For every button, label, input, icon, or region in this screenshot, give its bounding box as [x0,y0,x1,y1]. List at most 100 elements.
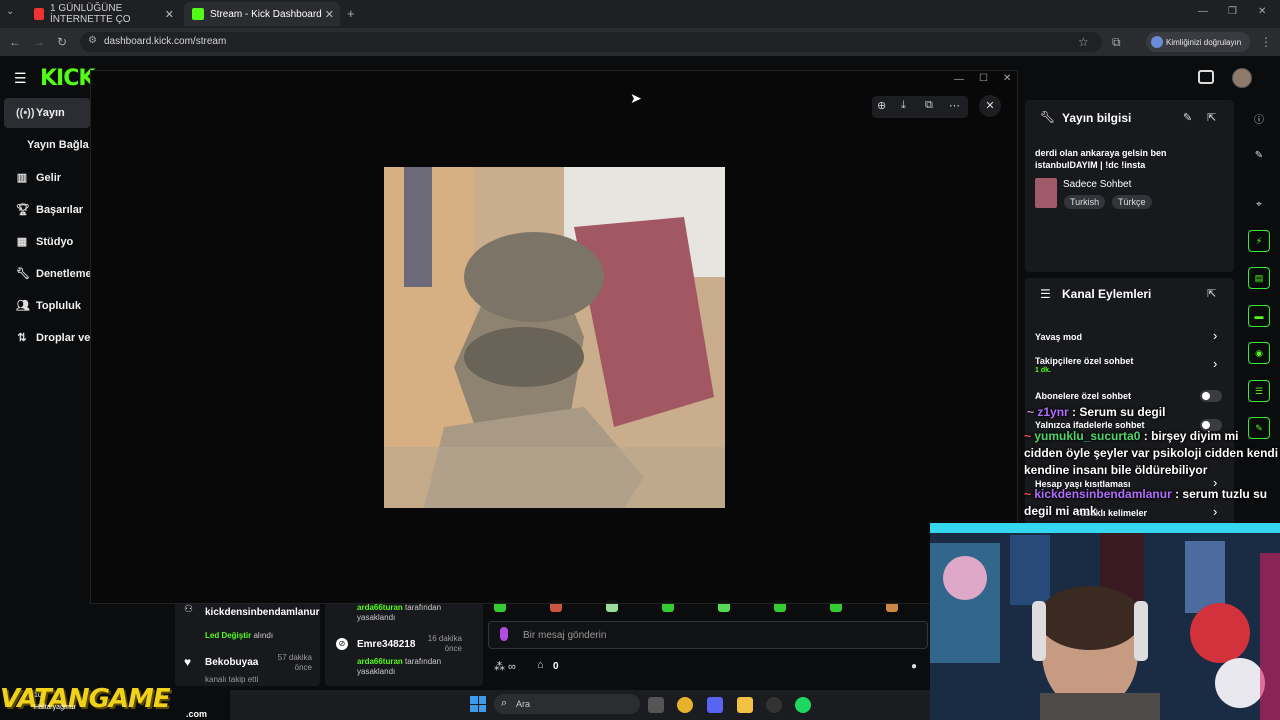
close-window-icon[interactable]: ✕ [1258,6,1266,17]
browser-tab-active[interactable]: Stream - Kick Dashboard ✕ [184,2,340,26]
moderator-name[interactable]: arda66turan [357,657,403,666]
layout-icon[interactable]: ☰ [1248,380,1270,402]
popout-icon[interactable]: ⇱ [1207,111,1216,124]
activity-action: kanalı takip etti [205,675,259,684]
task-view-icon[interactable] [648,697,664,713]
open-external-icon[interactable]: ⧉ [925,99,933,112]
extensions-icon[interactable]: ⧉ [1112,35,1121,50]
banned-user[interactable]: Emre348218 [357,639,415,650]
overlay-corner-text: Hafta yağmur [34,704,77,711]
profile-button[interactable]: Kimliğinizi doğrulayın [1146,32,1250,52]
sidebar-item-label: Droplar ve [36,331,91,344]
chat-message: ~ yumuklu_sucurta0 : birşey diyim mi cid… [1024,429,1279,477]
kick-logo[interactable]: KICK [40,66,95,91]
store-icon[interactable]: ⌂ [537,659,544,671]
profile-label: Kimliğinizi doğrulayın [1166,37,1242,47]
webcam-feed [930,523,1280,720]
chat-bubble-icon[interactable]: ● [911,661,917,672]
sidebar-item-drops[interactable]: ⇅ Droplar ve [16,331,91,345]
info-icon[interactable]: ⓘ [1248,107,1270,129]
sidebar-item-achievements[interactable]: 🏆︎ Başarılar [16,203,84,217]
new-tab-icon[interactable]: + [347,6,355,21]
spotify-icon[interactable] [795,697,811,713]
stream-tag: Türkçe [1112,195,1152,209]
sidebar-item-label: Yayın Bağla [27,139,89,151]
browser-tab[interactable]: 1 GÜNLÜĞÜNE İNTERNETTE ÇO ✕ [26,2,180,26]
windows-start-icon[interactable] [470,696,486,712]
sidebar-item-label: Gelir [36,171,62,184]
category-name: Sadece Sohbet [1063,179,1132,190]
popup-maximize-icon[interactable]: ☐ [979,73,988,84]
users-icon: 👥︎ [16,300,30,312]
tab-search-icon[interactable]: ⌄ [6,6,14,17]
activity-user[interactable]: kickdensinbendamlanur [205,607,319,618]
subscribers-only-toggle[interactable] [1200,390,1222,402]
ban-icon: ⊘ [336,638,348,650]
sidebar-item-label: Topluluk [36,299,82,312]
minimize-window-icon[interactable]: — [1198,6,1208,17]
points-count: 0 [553,661,559,672]
close-viewer-icon[interactable]: ✕ [979,95,1001,117]
chart-icon: ▥ [16,172,28,184]
back-icon[interactable]: ← [9,35,21,49]
file-explorer-icon[interactable] [737,697,753,713]
chat-icon[interactable]: ▬ [1248,305,1270,327]
viewer-photo [384,167,725,508]
more-options-icon[interactable]: ⋯ [949,99,960,112]
moderation-entry: arda66turan tarafından yasaklandı [357,603,477,623]
channel-actions-title: Kanal Eylemleri [1062,287,1152,301]
url-text: dashboard.kick.com/stream [104,36,227,47]
activity-time: 57 dakika önce [277,653,312,672]
lightning-icon[interactable]: ⚡︎ [1248,230,1270,252]
forward-icon[interactable]: → [33,35,45,49]
maximize-window-icon[interactable]: ❐ [1228,6,1237,17]
sidebar-item-stream[interactable]: ((•)) Yayın [16,107,65,119]
notes-icon[interactable]: ▤ [1248,267,1270,289]
popout-icon[interactable]: ⇱ [1207,287,1216,300]
activity-detail: Led Değiştir alındı [205,631,273,640]
browser-menu-icon[interactable]: ⋮ [1260,35,1272,49]
edit-icon[interactable]: ✎ [1183,111,1192,124]
sidebar-item-label: Başarılar [36,203,84,216]
moderator-name[interactable]: arda66turan [357,603,403,612]
settings-dots-icon[interactable]: ⁂ ∞ [494,660,516,673]
creator-view-icon[interactable] [1198,70,1214,84]
sidebar-item-label: Denetleme [36,267,92,280]
sidebar-item-moderation[interactable]: 🔧︎ Denetleme [16,267,92,281]
studio-icon: ▦ [16,236,28,248]
obs-icon[interactable] [766,697,782,713]
close-tab-icon[interactable]: ✕ [325,8,334,21]
browser-tab-bar: ⌄ 1 GÜNLÜĞÜNE İNTERNETTE ÇO ✕ Stream - K… [0,0,1280,28]
pencil-icon[interactable]: ✎ [1248,144,1270,166]
popup-close-window-icon[interactable]: ✕ [1003,73,1011,84]
taskbar-search[interactable]: ⌕ Ara [494,694,640,714]
sidebar-item-stream-connect[interactable]: Yayın Bağla [27,139,89,151]
category-thumbnail [1035,178,1057,208]
gift-icon: ⚇ [184,604,193,615]
chrome-icon[interactable] [677,697,693,713]
download-icon[interactable]: ⤓ [901,99,906,112]
bookmark-star-icon[interactable]: ☆ [1078,35,1089,49]
list-icon: ☰ [1040,287,1051,301]
discord-icon[interactable] [707,697,723,713]
tab-title: 1 GÜNLÜĞÜNE İNTERNETTE ÇO [50,3,131,25]
sidebar-item-revenue[interactable]: ▥ Gelir [16,171,62,185]
sidebar-item-label: Stüdyo [36,235,74,248]
focus-icon[interactable]: ⌖ [1248,193,1270,215]
hamburger-menu-icon[interactable]: ☰ [14,70,27,87]
chevron-right-icon[interactable]: › [1213,356,1217,371]
user-avatar[interactable] [1232,68,1252,88]
wrench-icon: 🔧︎ [1040,110,1056,124]
webcam-image [930,523,1280,720]
broadcast-icon[interactable]: ◉ [1248,342,1270,364]
close-tab-icon[interactable]: ✕ [165,8,174,21]
sidebar-item-studio[interactable]: ▦ Stüdyo [16,235,74,249]
reload-icon[interactable]: ↻ [57,35,67,49]
zoom-icon[interactable]: ⊕ [877,99,886,112]
activity-user[interactable]: Bekobuyaa [205,657,258,668]
site-info-icon[interactable]: ⚙ [88,35,97,46]
popup-minimize-icon[interactable]: — [954,74,964,85]
sidebar-item-community[interactable]: 👥︎ Topluluk [16,299,82,313]
chevron-right-icon[interactable]: › [1213,328,1217,343]
address-bar[interactable] [80,32,1102,52]
